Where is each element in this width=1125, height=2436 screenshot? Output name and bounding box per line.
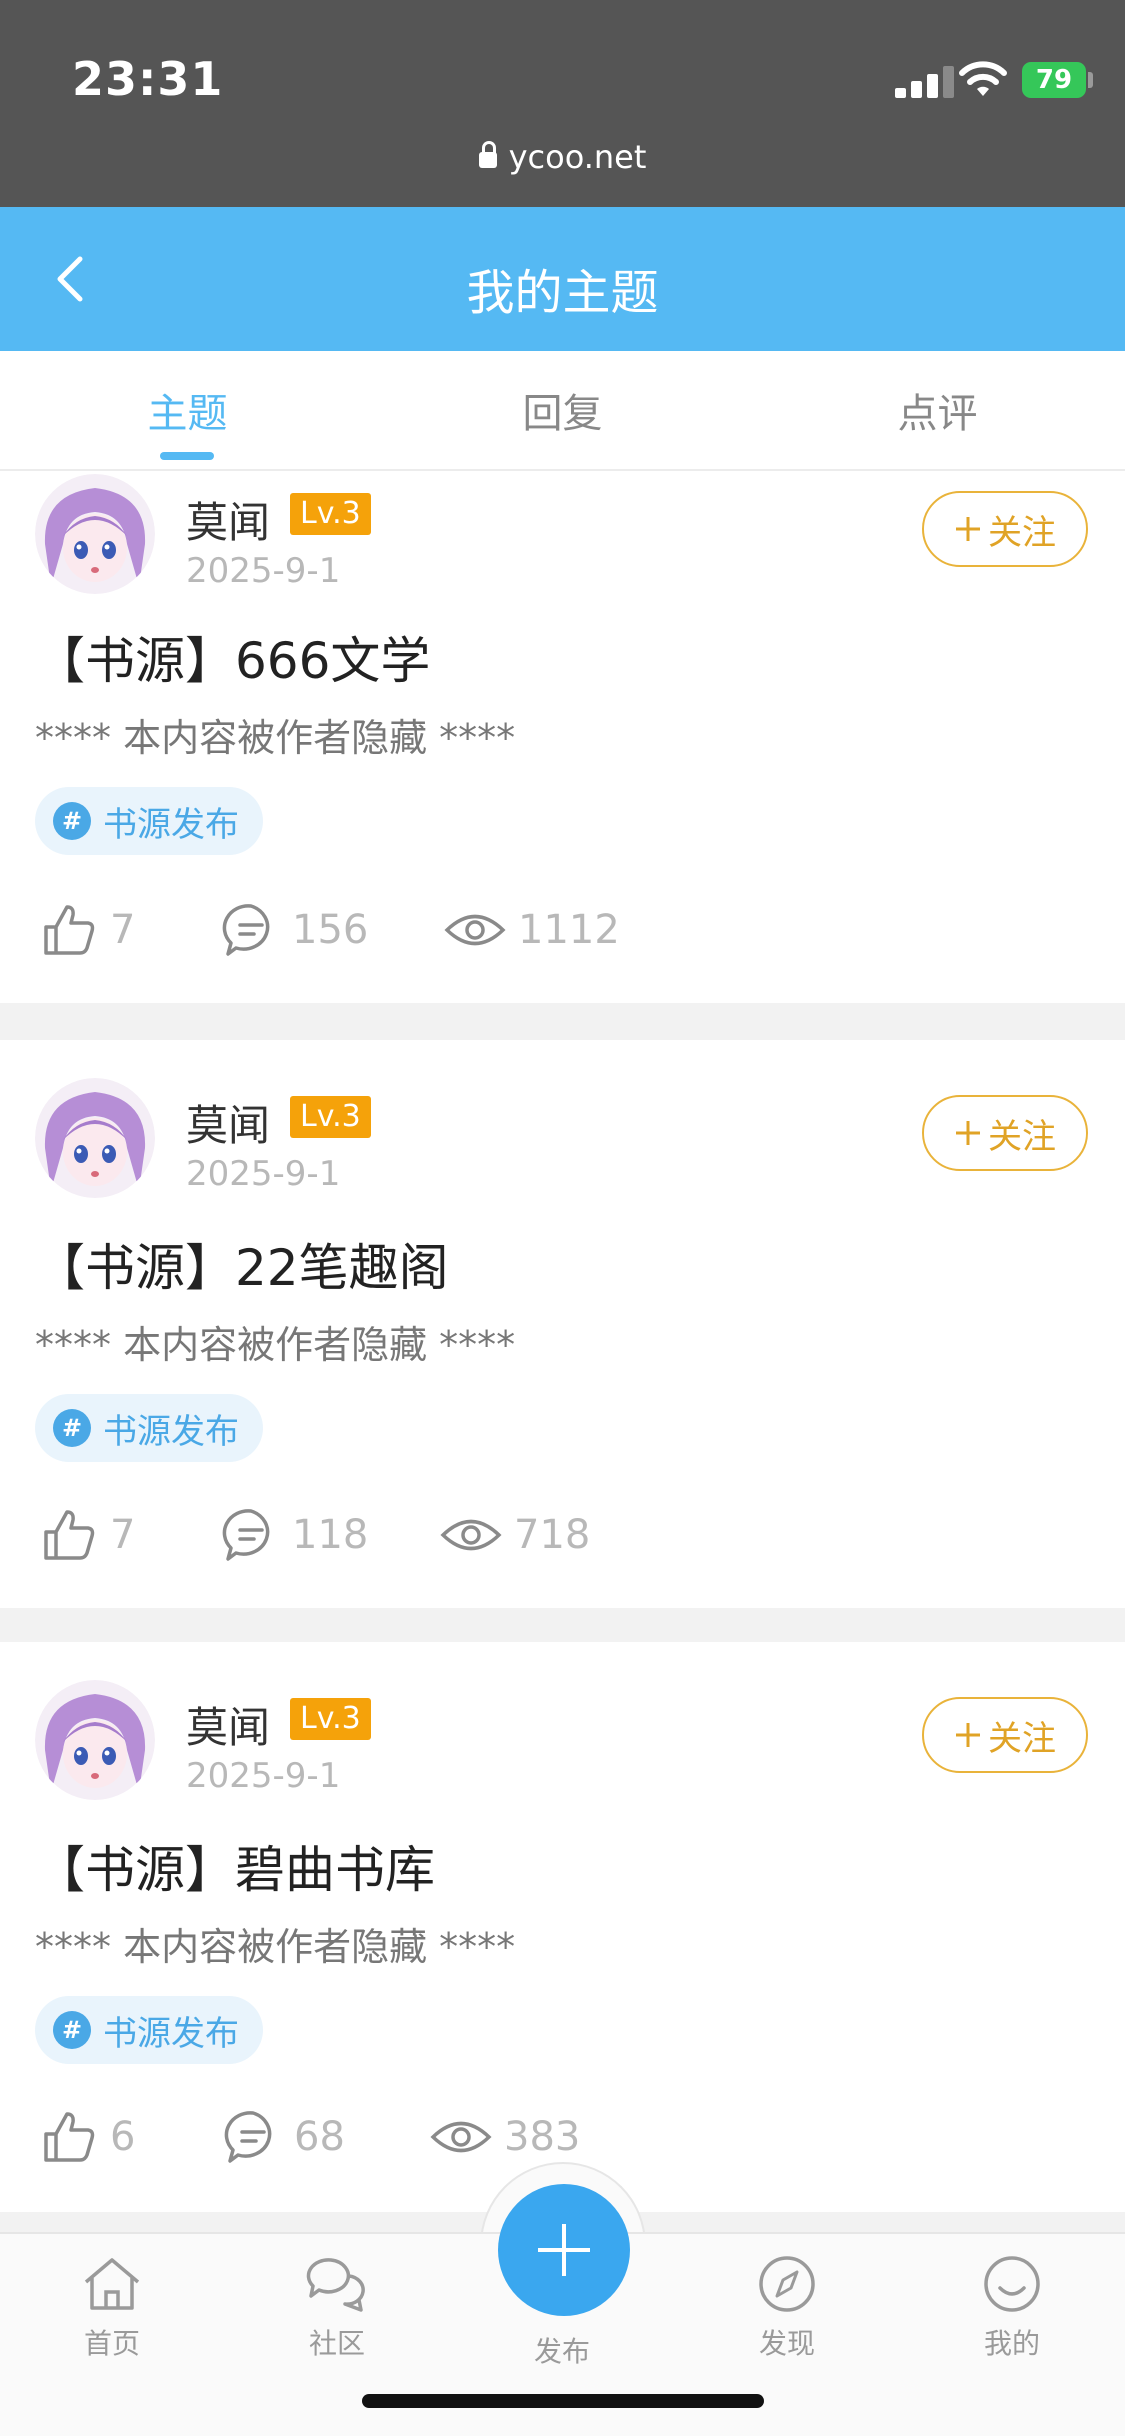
like-count: 7 <box>110 907 136 953</box>
follow-button[interactable]: 关注 <box>922 1697 1088 1773</box>
tag-label: 书源发布 <box>103 1411 239 1452</box>
post-excerpt: **** 本内容被作者隐藏 **** <box>35 1323 516 1367</box>
lock-icon <box>478 141 497 168</box>
tabbar-home-label: 首页 <box>83 2327 140 2360</box>
thumbs-up-icon <box>44 1510 95 1560</box>
follow-button[interactable]: 关注 <box>922 491 1088 567</box>
like-button[interactable]: 7 <box>40 1506 135 1564</box>
level-badge: Lv.3 <box>290 1698 371 1740</box>
avatar[interactable] <box>35 1078 155 1198</box>
plus-icon <box>956 517 980 541</box>
battery-level: 79 <box>1035 65 1073 95</box>
like-button[interactable]: 7 <box>40 901 135 959</box>
battery-icon: 79 <box>1022 62 1086 98</box>
post-title[interactable]: 【书源】碧曲书库 <box>35 1830 435 1902</box>
post-card[interactable]: 莫闻 Lv.3 2025-9-1 关注 【书源】碧曲书库 **** 本内容被作者… <box>0 1642 1125 2212</box>
follow-label: 关注 <box>988 512 1056 553</box>
tabbar-discover-label: 发现 <box>758 2327 815 2360</box>
view-count-stat: 718 <box>440 1506 590 1564</box>
username[interactable]: 莫闻 <box>186 1092 270 1153</box>
like-count: 7 <box>110 1512 136 1558</box>
follow-label: 关注 <box>988 1116 1056 1157</box>
plus-icon <box>956 1723 980 1747</box>
post-title[interactable]: 【书源】22笔趣阁 <box>35 1228 449 1300</box>
comment-button[interactable]: 68 <box>224 2108 345 2166</box>
avatar[interactable] <box>35 474 155 594</box>
username[interactable]: 莫闻 <box>186 489 270 550</box>
status-bar: 23:31 79 ycoo.net <box>0 0 1125 207</box>
comment-icon <box>224 2111 272 2163</box>
like-button[interactable]: 6 <box>40 2108 135 2166</box>
view-count: 383 <box>504 2114 581 2160</box>
tabbar-community-label: 社区 <box>308 2327 365 2360</box>
hashtag-icon: # <box>53 1409 91 1447</box>
level-badge: Lv.3 <box>290 1096 371 1138</box>
topic-tag[interactable]: # 书源发布 <box>35 1394 263 1462</box>
status-time: 23:31 <box>72 52 224 106</box>
view-count-stat: 1112 <box>444 901 620 959</box>
hashtag-icon: # <box>53 802 91 840</box>
hashtag-icon: # <box>53 2011 91 2049</box>
navigation-bar: 我的主题 <box>0 207 1125 351</box>
post-date: 2025-9-1 <box>186 551 341 591</box>
tab-topics[interactable]: 主题 <box>0 381 375 439</box>
tabbar-mine[interactable]: 我的 <box>932 2254 1092 2362</box>
username[interactable]: 莫闻 <box>186 1694 270 1755</box>
thumbs-up-icon <box>44 905 95 955</box>
address-bar[interactable]: ycoo.net <box>0 138 1125 176</box>
home-indicator <box>362 2394 764 2408</box>
comment-count: 118 <box>292 1512 369 1558</box>
tabbar-publish-label: 发布 <box>533 2335 590 2368</box>
tabbar-home[interactable]: 首页 <box>32 2254 192 2362</box>
topic-tag[interactable]: # 书源发布 <box>35 787 263 855</box>
tabbar-mine-label: 我的 <box>983 2327 1040 2360</box>
comment-count: 68 <box>294 2114 345 2160</box>
tab-replies[interactable]: 回复 <box>375 381 750 439</box>
comment-icon <box>222 1509 270 1561</box>
post-date: 2025-9-1 <box>186 1154 341 1194</box>
comment-button[interactable]: 118 <box>222 1506 368 1564</box>
tab-reviews[interactable]: 点评 <box>750 381 1125 439</box>
compass-icon <box>759 2256 815 2312</box>
cellular-signal-icon <box>895 66 961 98</box>
follow-button[interactable]: 关注 <box>922 1095 1088 1171</box>
view-count: 718 <box>514 1512 591 1558</box>
wifi-icon <box>959 61 1007 96</box>
post-excerpt: **** 本内容被作者隐藏 **** <box>35 1925 516 1969</box>
chat-bubbles-icon <box>306 2258 365 2312</box>
home-icon <box>84 2258 140 2310</box>
comment-button[interactable]: 156 <box>222 901 368 959</box>
level-badge: Lv.3 <box>290 493 371 535</box>
eye-icon <box>440 1519 502 1551</box>
active-tab-indicator <box>160 452 214 460</box>
tab-bar-top: 主题 回复 点评 <box>0 351 1125 471</box>
eye-icon <box>430 2121 492 2153</box>
post-card[interactable]: 莫闻 Lv.3 2025-9-1 关注 【书源】666文学 **** 本内容被作… <box>0 471 1125 1003</box>
tag-label: 书源发布 <box>103 2013 239 2054</box>
plus-icon <box>956 1121 980 1145</box>
post-date: 2025-9-1 <box>186 1756 341 1796</box>
url-text: ycoo.net <box>508 138 647 176</box>
publish-button[interactable] <box>498 2184 630 2316</box>
follow-label: 关注 <box>988 1718 1056 1759</box>
tabbar-community[interactable]: 社区 <box>257 2254 417 2362</box>
battery-cap <box>1088 72 1093 88</box>
plus-icon <box>538 2224 590 2276</box>
tag-label: 书源发布 <box>103 804 239 845</box>
view-count-stat: 383 <box>430 2108 580 2166</box>
post-card[interactable]: 莫闻 Lv.3 2025-9-1 关注 【书源】22笔趣阁 **** 本内容被作… <box>0 1040 1125 1608</box>
like-count: 6 <box>110 2114 136 2160</box>
eye-icon <box>444 914 506 946</box>
page-title: 我的主题 <box>466 265 659 321</box>
comment-count: 156 <box>292 907 369 953</box>
post-title[interactable]: 【书源】666文学 <box>35 621 430 693</box>
tabbar-discover[interactable]: 发现 <box>707 2254 867 2362</box>
avatar[interactable] <box>35 1680 155 1800</box>
topic-tag[interactable]: # 书源发布 <box>35 1996 263 2064</box>
post-excerpt: **** 本内容被作者隐藏 **** <box>35 716 516 760</box>
thumbs-up-icon <box>44 2112 95 2162</box>
view-count: 1112 <box>518 907 620 953</box>
smiley-profile-icon <box>984 2256 1040 2312</box>
comment-icon <box>222 904 270 956</box>
